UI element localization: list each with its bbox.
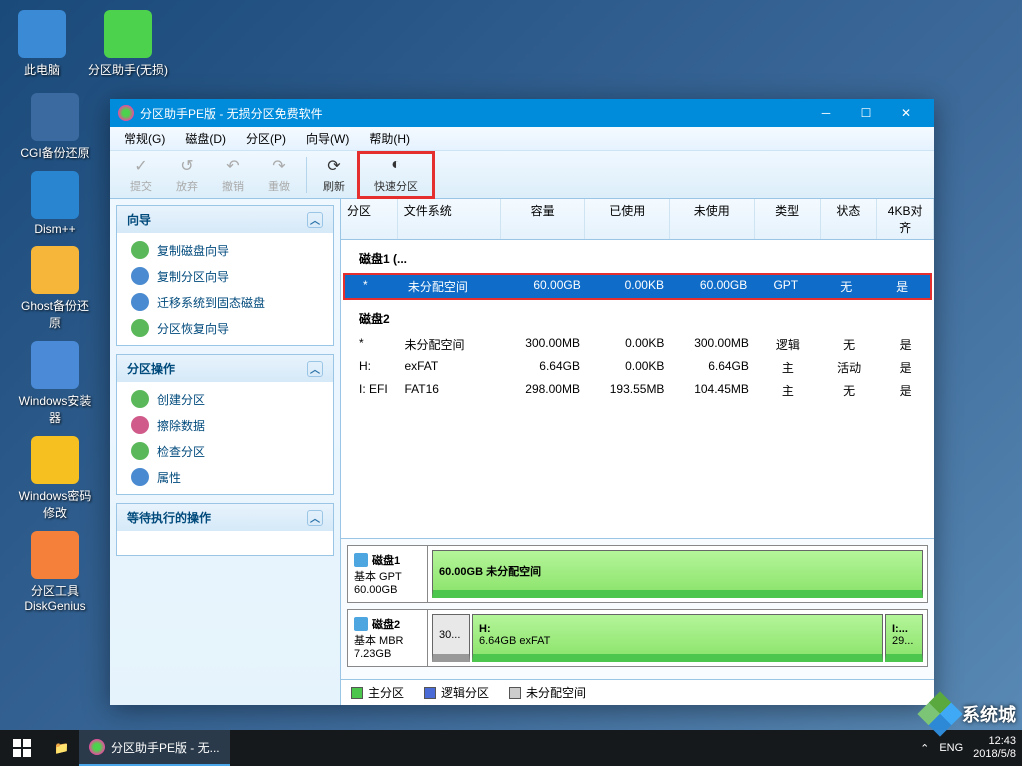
- table-row[interactable]: H:exFAT6.64GB0.00KB6.64GB主活动是: [341, 356, 934, 379]
- desktop-icon[interactable]: 分区助手(无损): [88, 10, 168, 78]
- table-row[interactable]: I: EFIFAT16298.00MB193.55MB104.45MB主无是: [341, 379, 934, 402]
- column-header[interactable]: 4KB对齐: [877, 199, 934, 239]
- desktop-icon[interactable]: CGI备份还原: [15, 93, 95, 161]
- chevron-up-icon[interactable]: ︿: [307, 510, 323, 526]
- watermark: 系统城: [924, 698, 1016, 730]
- partition-assistant-window: 分区助手PE版 - 无损分区免费软件 ─ ☐ ✕ 常规(G)磁盘(D)分区(P)…: [110, 99, 934, 705]
- menu-item[interactable]: 向导(W): [296, 130, 359, 147]
- watermark-logo-icon: [917, 691, 962, 736]
- desktop: 此电脑分区助手(无损)CGI备份还原Dism++Ghost备份还原Windows…: [0, 0, 110, 623]
- legend-item: 逻辑分区: [424, 684, 489, 701]
- menu-item[interactable]: 常规(G): [114, 130, 175, 147]
- column-header[interactable]: 未使用: [670, 199, 755, 239]
- ops-panel-header[interactable]: 分区操作 ︿: [117, 355, 333, 382]
- disk-bar[interactable]: 磁盘1基本 GPT60.00GB60.00GB 未分配空间: [347, 545, 928, 603]
- desktop-icon[interactable]: Windows密码修改: [15, 436, 95, 521]
- toolbar: ✓提交↺放弃↶撤销↷重做⟳刷新◐快速分区: [110, 151, 934, 199]
- main-area: 分区文件系统容量已使用未使用类型状态4KB对齐 磁盘1 (...*未分配空间60…: [340, 199, 934, 705]
- sidebar-item[interactable]: 分区恢复向导: [117, 315, 333, 341]
- column-header[interactable]: 已使用: [585, 199, 670, 239]
- partition-grid: 磁盘1 (...*未分配空间60.00GB0.00KB60.00GBGPT无是磁…: [341, 240, 934, 538]
- system-tray[interactable]: ⌃ ENG 12:43 2018/5/8: [920, 735, 1022, 761]
- toolbar-重做: ↷重做: [256, 154, 302, 196]
- ops-panel: 分区操作 ︿ 创建分区擦除数据检查分区属性: [116, 354, 334, 495]
- chevron-up-icon[interactable]: ︿: [307, 212, 323, 228]
- legend-item: 主分区: [351, 684, 404, 701]
- desktop-icon[interactable]: Windows安装器: [15, 341, 95, 426]
- app-icon: [118, 105, 134, 121]
- taskbar-app[interactable]: 分区助手PE版 - 无...: [79, 730, 230, 766]
- titlebar: 分区助手PE版 - 无损分区免费软件 ─ ☐ ✕: [110, 99, 934, 127]
- taskbar: 📁 分区助手PE版 - 无... ⌃ ENG 12:43 2018/5/8: [0, 730, 1022, 766]
- menu-item[interactable]: 帮助(H): [359, 130, 420, 147]
- window-title: 分区助手PE版 - 无损分区免费软件: [140, 105, 323, 122]
- sidebar-item[interactable]: 属性: [117, 464, 333, 490]
- toolbar-快速分区[interactable]: ◐快速分区: [357, 151, 435, 199]
- disk-visualization: 磁盘1基本 GPT60.00GB60.00GB 未分配空间磁盘2基本 MBR7.…: [341, 538, 934, 679]
- close-button[interactable]: ✕: [886, 99, 926, 127]
- pending-panel-header[interactable]: 等待执行的操作 ︿: [117, 504, 333, 531]
- desktop-icon[interactable]: 分区工具DiskGenius: [15, 531, 95, 613]
- column-header[interactable]: 分区: [341, 199, 398, 239]
- toolbar-放弃: ↺放弃: [164, 154, 210, 196]
- minimize-button[interactable]: ─: [806, 99, 846, 127]
- column-header[interactable]: 容量: [501, 199, 586, 239]
- menu-item[interactable]: 磁盘(D): [175, 130, 236, 147]
- sidebar-item[interactable]: 擦除数据: [117, 412, 333, 438]
- wizard-panel: 向导 ︿ 复制磁盘向导复制分区向导迁移系统到固态磁盘分区恢复向导: [116, 205, 334, 346]
- menubar: 常规(G)磁盘(D)分区(P)向导(W)帮助(H): [110, 127, 934, 151]
- pending-panel: 等待执行的操作 ︿: [116, 503, 334, 556]
- wizard-panel-header[interactable]: 向导 ︿: [117, 206, 333, 233]
- chevron-up-icon[interactable]: ︿: [307, 361, 323, 377]
- column-header[interactable]: 状态: [821, 199, 878, 239]
- desktop-icon[interactable]: Ghost备份还原: [15, 246, 95, 331]
- legend: 主分区 逻辑分区 未分配空间: [341, 679, 934, 705]
- table-row[interactable]: *未分配空间300.00MB0.00KB300.00MB逻辑无是: [341, 333, 934, 356]
- sidebar-item[interactable]: 创建分区: [117, 386, 333, 412]
- partition-bar[interactable]: 60.00GB 未分配空间: [432, 550, 923, 598]
- partition-bar[interactable]: H:6.64GB exFAT: [472, 614, 883, 662]
- desktop-icon[interactable]: 此电脑: [2, 10, 82, 78]
- disk-title: 磁盘2: [341, 300, 934, 333]
- disk-title: 磁盘1 (...: [341, 240, 934, 273]
- sidebar-item[interactable]: 迁移系统到固态磁盘: [117, 289, 333, 315]
- partition-bar[interactable]: 30...: [432, 614, 470, 662]
- file-explorer-taskbar[interactable]: 📁: [44, 730, 79, 766]
- toolbar-刷新[interactable]: ⟳刷新: [311, 154, 357, 196]
- start-button[interactable]: [0, 730, 44, 766]
- table-row[interactable]: *未分配空间60.00GB0.00KB60.00GBGPT无是: [343, 273, 932, 300]
- sidebar-item[interactable]: 复制磁盘向导: [117, 237, 333, 263]
- sidebar-item[interactable]: 复制分区向导: [117, 263, 333, 289]
- column-header[interactable]: 类型: [755, 199, 821, 239]
- sidebar: 向导 ︿ 复制磁盘向导复制分区向导迁移系统到固态磁盘分区恢复向导 分区操作 ︿ …: [110, 199, 340, 705]
- disk-bar[interactable]: 磁盘2基本 MBR7.23GB30...H:6.64GB exFATI:...2…: [347, 609, 928, 667]
- toolbar-提交: ✓提交: [118, 154, 164, 196]
- grid-header: 分区文件系统容量已使用未使用类型状态4KB对齐: [341, 199, 934, 240]
- partition-bar[interactable]: I:...29...: [885, 614, 923, 662]
- column-header[interactable]: 文件系统: [398, 199, 501, 239]
- menu-item[interactable]: 分区(P): [236, 130, 296, 147]
- sidebar-item[interactable]: 检查分区: [117, 438, 333, 464]
- legend-item: 未分配空间: [509, 684, 586, 701]
- desktop-icon[interactable]: Dism++: [15, 171, 95, 236]
- toolbar-撤销: ↶撤销: [210, 154, 256, 196]
- maximize-button[interactable]: ☐: [846, 99, 886, 127]
